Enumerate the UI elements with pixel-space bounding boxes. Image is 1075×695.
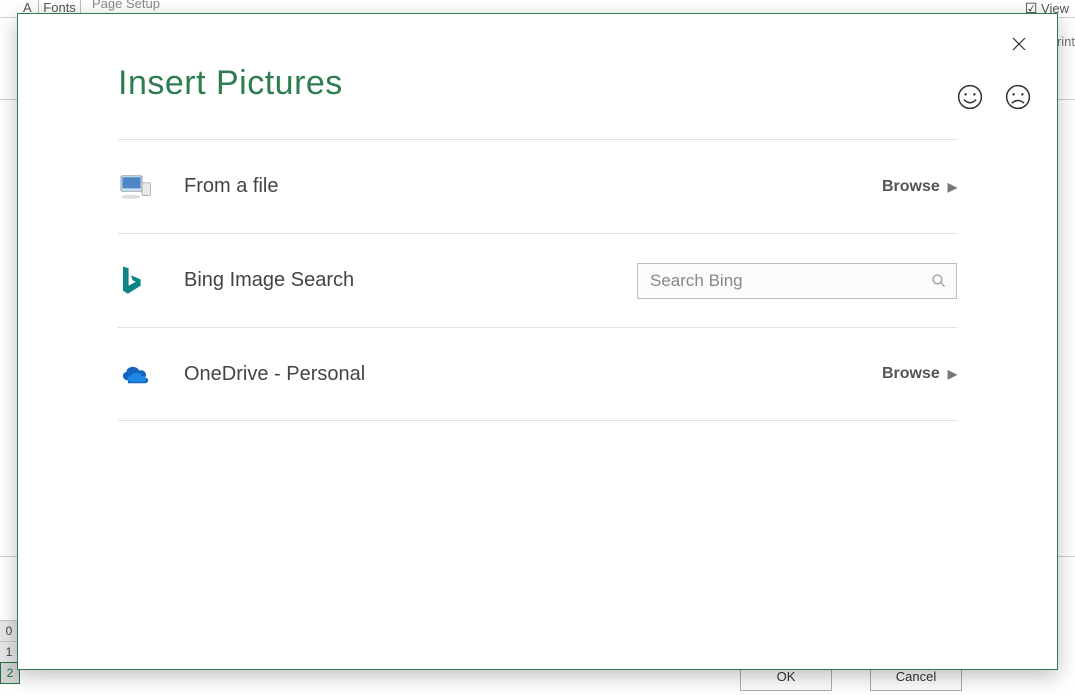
- dialog-body: Insert Pictures From a file Browse ▶: [118, 64, 957, 649]
- close-button[interactable]: [1001, 26, 1037, 62]
- dialog-title: Insert Pictures: [118, 64, 957, 103]
- source-row-file[interactable]: From a file Browse ▶: [118, 139, 957, 233]
- feedback-happy-button[interactable]: [955, 82, 985, 112]
- close-icon: [1010, 35, 1028, 53]
- insert-pictures-dialog: Insert Pictures From a file Browse ▶: [17, 13, 1058, 670]
- source-bing-label: Bing Image Search: [184, 269, 604, 292]
- ribbon-right-trunc: rint: [1057, 34, 1075, 49]
- source-file-label: From a file: [184, 175, 604, 198]
- source-row-bing[interactable]: Bing Image Search: [118, 233, 957, 327]
- source-row-onedrive[interactable]: OneDrive - Personal Browse ▶: [118, 327, 957, 421]
- browse-label: Browse: [882, 365, 940, 383]
- ribbon-page-setup-label: Page Setup: [92, 0, 160, 11]
- bing-icon: [118, 265, 166, 297]
- browse-label: Browse: [882, 178, 940, 196]
- smile-icon: [956, 83, 984, 111]
- frown-icon: [1004, 83, 1032, 111]
- bing-search-box[interactable]: [637, 263, 957, 299]
- browse-onedrive-button[interactable]: Browse ▶: [882, 365, 957, 383]
- chevron-right-icon: ▶: [948, 180, 957, 194]
- feedback-buttons: [955, 82, 1033, 112]
- browse-file-button[interactable]: Browse ▶: [882, 178, 957, 196]
- chevron-right-icon: ▶: [948, 367, 957, 381]
- source-onedrive-label: OneDrive - Personal: [184, 363, 604, 386]
- bing-search-input[interactable]: [648, 270, 930, 292]
- search-icon[interactable]: [930, 272, 948, 290]
- onedrive-icon: [118, 363, 166, 385]
- feedback-sad-button[interactable]: [1003, 82, 1033, 112]
- computer-icon: [118, 173, 166, 201]
